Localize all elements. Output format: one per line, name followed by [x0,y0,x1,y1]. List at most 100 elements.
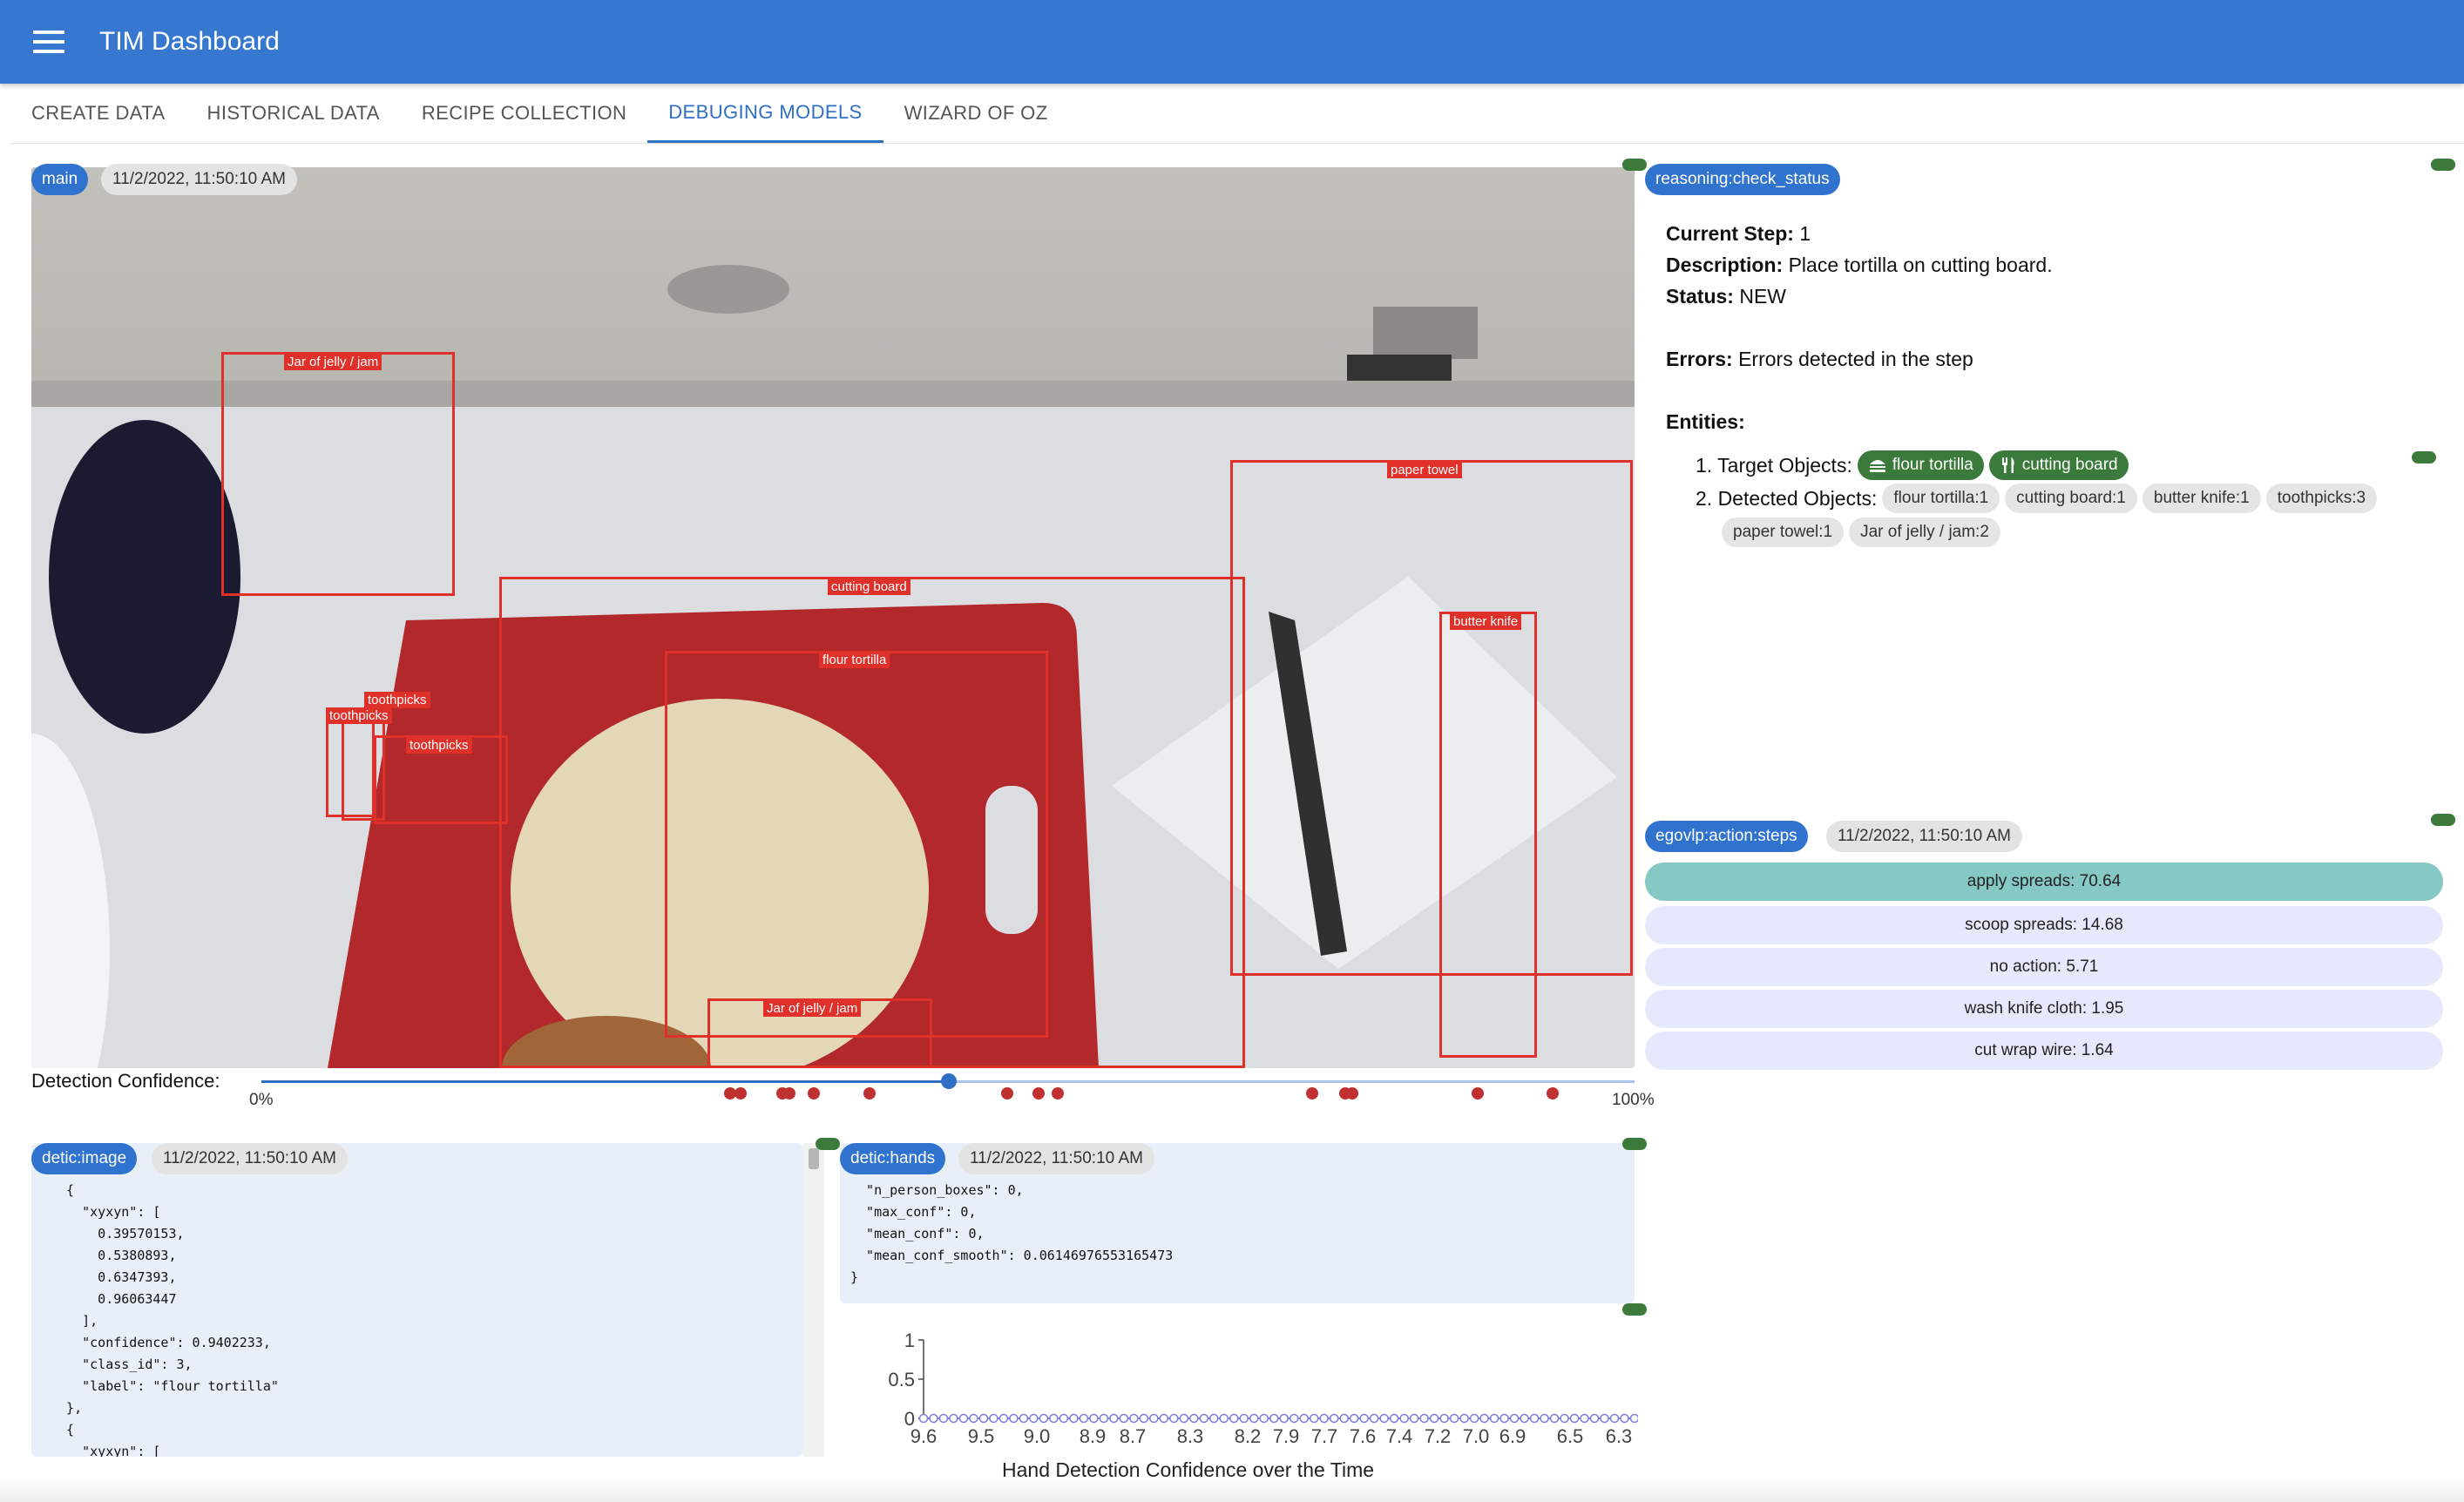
y-tick-label: 0.5 [888,1369,915,1390]
confidence-marker-dot [808,1087,820,1099]
data-point [1629,1413,1638,1424]
x-tick-label: 9.6 [910,1425,938,1447]
data-point [1609,1413,1620,1424]
data-point [1189,1413,1199,1424]
data-point [1549,1413,1560,1424]
detection-label: cutting board [828,578,910,595]
tab-debuging-models[interactable]: DEBUGING MODELS [647,84,883,143]
x-tick-label: 6.5 [1557,1425,1584,1447]
menu-icon[interactable] [33,30,64,53]
food-icon [1869,460,1885,472]
action-step-row: apply spreads: 70.64 [1645,863,2443,901]
bottom-edge [0,1478,2464,1502]
action-step-row: wash knife cloth: 1.95 [1645,990,2443,1028]
panel-toggle[interactable] [1622,159,1647,171]
detected-chip: flour tortilla:1 [1882,484,2000,513]
confidence-slider-thumb[interactable] [941,1073,957,1089]
hand-confidence-chart: 10.509.6 9.5 9.0 8.9 8.7 8.3 8.2 7.9 7.7 7.6 7.4 7.… [888,1329,1638,1447]
y-tick-label: 1 [904,1329,915,1351]
panel-toggle[interactable] [2431,159,2455,171]
detection-box [1439,612,1537,1058]
scrollbar[interactable] [803,1143,824,1457]
detic-hands-panel[interactable]: "n_person_boxes": 0, "max_conf": 0, "mea… [840,1143,1635,1303]
data-point [989,1413,998,1424]
data-point [1019,1413,1029,1424]
data-point [1359,1413,1369,1424]
data-point [1379,1413,1389,1424]
panel-toggle[interactable] [1622,1138,1647,1150]
confidence-slider-fill [261,1080,950,1083]
tab-wizard-of-oz[interactable]: WIZARD OF OZ [883,84,1069,143]
data-point [1239,1413,1249,1424]
data-point [1279,1413,1289,1424]
data-point [1349,1413,1359,1424]
data-point [1329,1413,1339,1424]
main-video-frame: Jar of jelly / jam paper towel cutting b… [31,167,1635,1068]
data-point [918,1413,929,1424]
data-point [1299,1413,1309,1424]
data-point [1059,1413,1069,1424]
tab-historical-data[interactable]: HISTORICAL DATA [186,84,401,143]
detection-label: toothpicks [326,707,392,724]
detected-chip: toothpicks:3 [2265,484,2378,513]
detection-label: Jar of jelly / jam [284,354,382,370]
data-point [1249,1413,1259,1424]
data-point [1009,1413,1019,1424]
x-tick-label: 8.3 [1177,1425,1204,1447]
x-tick-label: 7.4 [1386,1425,1413,1447]
data-point [1029,1413,1039,1424]
detection-label: flour tortilla [819,652,890,668]
data-point [1399,1413,1409,1424]
data-point [1369,1413,1379,1424]
slider-min-label: 0% [249,1091,274,1109]
data-point [1149,1413,1159,1424]
detection-box [326,721,375,817]
stream-chip-egovlp: egovlp:action:steps [1645,821,1808,852]
data-point [1089,1413,1099,1424]
data-point [1509,1413,1520,1424]
timestamp-chip: 11/2/2022, 11:50:10 AM [958,1143,1154,1174]
status-value: NEW [1739,285,1787,308]
x-tick-label: 7.2 [1425,1425,1452,1447]
data-point [929,1413,938,1424]
x-tick-label: 7.9 [1273,1425,1300,1447]
description-value: Place tortilla on cutting board. [1788,254,2053,276]
status-label: Status: [1666,285,1734,308]
tab-bar: CREATE DATA HISTORICAL DATA RECIPE COLLE… [10,84,1069,143]
detection-box [221,352,455,596]
detic-image-json: { "xyxyn": [ 0.39570153, 0.5380893, 0.63… [66,1182,279,1457]
tab-create-data[interactable]: CREATE DATA [10,84,186,143]
x-tick-label: 7.7 [1311,1425,1338,1447]
data-point [1429,1413,1439,1424]
app-title: TIM Dashboard [99,27,280,56]
panel-toggle[interactable] [1622,1303,1647,1316]
detected-chip: butter knife:1 [2142,484,2261,513]
detected-chip: cutting board:1 [2005,484,2137,513]
panel-toggle[interactable] [816,1138,840,1150]
x-tick-label: 6.9 [1499,1425,1526,1447]
confidence-marker-dot [1346,1087,1358,1099]
detic-image-panel[interactable]: { "xyxyn": [ 0.39570153, 0.5380893, 0.63… [31,1143,803,1457]
detection-label: butter knife [1450,613,1522,630]
data-point [1179,1413,1189,1424]
panel-toggle[interactable] [2431,814,2455,826]
data-point [1219,1413,1229,1424]
x-tick-label: 7.6 [1350,1425,1377,1447]
data-point [1560,1413,1569,1424]
data-point [1309,1413,1319,1424]
tabs-divider [10,143,2464,144]
data-point [1499,1413,1509,1424]
reasoning-status-panel: Current Step: 1 Description: Place torti… [1666,218,2433,547]
utensils-icon [2001,457,2014,473]
confidence-marker-dot [1001,1087,1013,1099]
data-point [1289,1413,1299,1424]
scrollbar-thumb[interactable] [809,1148,819,1169]
panel-toggle[interactable] [2412,451,2436,463]
detection-label: toothpicks [406,737,472,754]
data-point [1109,1413,1119,1424]
data-point [1209,1413,1219,1424]
confidence-marker-dot [1547,1087,1559,1099]
data-point [1259,1413,1269,1424]
tab-recipe-collection[interactable]: RECIPE COLLECTION [401,84,647,143]
data-point [1099,1413,1109,1424]
